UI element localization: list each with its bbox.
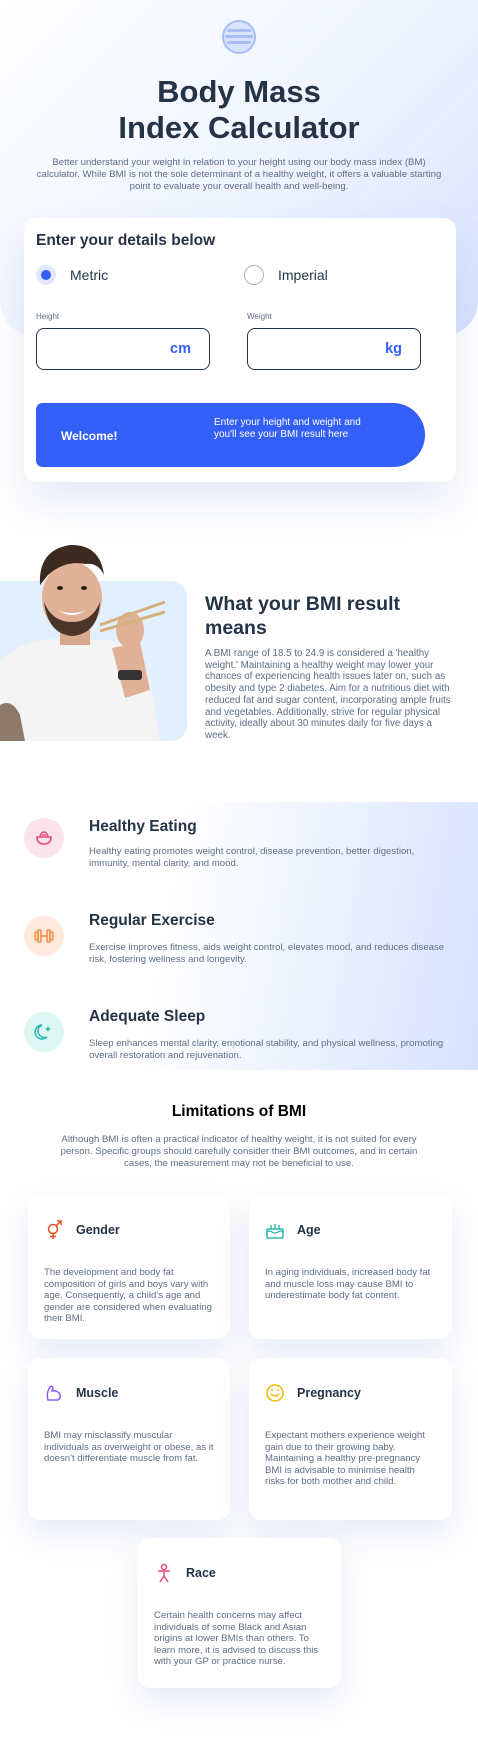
card-title: Gender xyxy=(76,1223,120,1237)
tip-title: Adequate Sleep xyxy=(89,1008,206,1025)
tip-text: Healthy eating promotes weight control, … xyxy=(89,846,415,869)
metric-radio[interactable]: Metric xyxy=(36,265,108,285)
tips-background xyxy=(0,802,478,1070)
limitations-text: Although BMI is often a practical indica… xyxy=(60,1134,418,1169)
card-title: Muscle xyxy=(76,1386,119,1400)
card-text: Certain health concerns may affect indiv… xyxy=(154,1610,319,1667)
cake-icon xyxy=(266,1224,284,1239)
tip-title: Healthy Eating xyxy=(89,818,197,835)
hero-description: Better understand your weight in relatio… xyxy=(36,157,442,192)
card-text: Expectant mothers experience weight gain… xyxy=(265,1430,425,1487)
card-title: Age xyxy=(297,1223,321,1237)
metric-radio-label: Metric xyxy=(70,267,109,283)
bmi-result-box: Welcome! Enter your height and weight an… xyxy=(36,403,425,467)
tip-title: Regular Exercise xyxy=(89,912,215,929)
limitations-title: Limitations of BMI xyxy=(171,1103,307,1120)
meaning-title: What your BMI result means xyxy=(205,593,401,639)
person-icon xyxy=(158,1563,170,1583)
moon-icon xyxy=(24,1012,64,1052)
result-message: Enter your height and weight and you'll … xyxy=(214,417,361,440)
man-eating-photo xyxy=(0,544,166,741)
imperial-radio-dot[interactable] xyxy=(244,265,264,285)
limitation-card-gender: Gender The development and body fat comp… xyxy=(28,1195,230,1339)
card-text: In aging individuals, increased body fat… xyxy=(265,1267,431,1301)
tip-text: Exercise improves fitness, aids weight c… xyxy=(89,942,445,965)
form-heading: Enter your details below xyxy=(36,232,216,249)
page-title-line-2: Index Calculator xyxy=(118,110,360,145)
bmi-form-card: Enter your details below Metric Imperial… xyxy=(24,218,456,482)
weight-field[interactable]: kg xyxy=(247,328,421,370)
result-welcome: Welcome! xyxy=(61,429,118,443)
weight-unit: kg xyxy=(385,341,402,357)
limitation-card-race: Race Certain health concerns may affect … xyxy=(138,1538,341,1688)
page-title-line-1: Body Mass xyxy=(157,74,321,109)
card-text: The development and body fat composition… xyxy=(44,1267,213,1324)
height-field[interactable]: cm xyxy=(36,328,210,370)
bowl-icon xyxy=(24,818,64,858)
card-text: BMI may misclassify muscular individuals… xyxy=(44,1430,214,1464)
imperial-radio[interactable]: Imperial xyxy=(244,265,328,285)
muscle-icon xyxy=(46,1385,62,1401)
imperial-radio-label: Imperial xyxy=(278,267,328,283)
page-title: Body Mass Index Calculator xyxy=(0,74,478,146)
logo-icon xyxy=(222,20,256,54)
meaning-text: A BMI range of 18.5 to 24.9 is considere… xyxy=(205,648,451,741)
metric-radio-dot[interactable] xyxy=(36,265,56,285)
tip-text: Sleep enhances mental clarity, emotional… xyxy=(89,1038,444,1061)
limitation-card-pregnancy: Pregnancy Expectant mothers experience w… xyxy=(249,1358,452,1520)
limitation-card-age: Age In aging individuals, increased body… xyxy=(249,1195,452,1339)
gender-icon xyxy=(47,1220,62,1239)
weight-label: Weight xyxy=(247,312,272,321)
card-title: Race xyxy=(186,1566,216,1580)
pregnancy-icon xyxy=(266,1384,284,1402)
height-label: Height xyxy=(36,312,60,321)
dumbbell-icon xyxy=(24,916,64,956)
height-unit: cm xyxy=(170,341,191,357)
limitation-card-muscle: Muscle BMI may misclassify muscular indi… xyxy=(28,1358,230,1520)
card-title: Pregnancy xyxy=(297,1386,361,1400)
